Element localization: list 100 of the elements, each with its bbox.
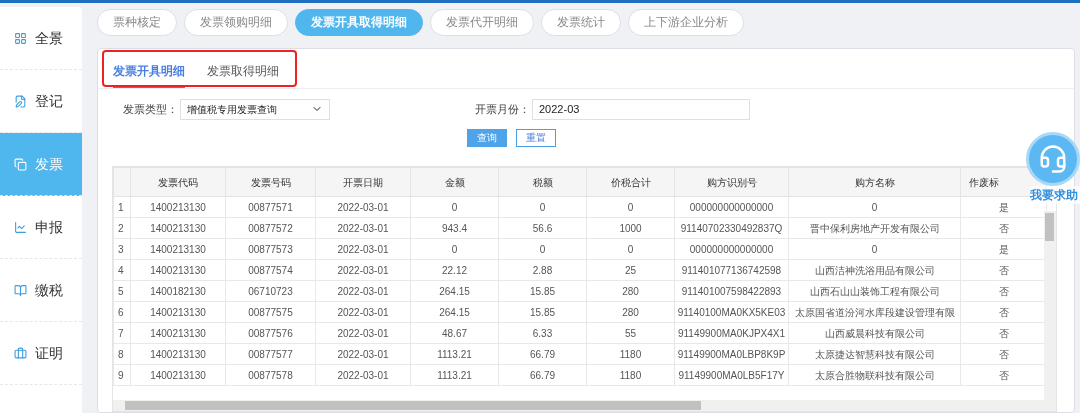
table-cell: 0	[498, 196, 587, 218]
column-header: 金额	[410, 167, 499, 197]
sub-tab[interactable]: 发票取得明细	[207, 56, 279, 88]
table-cell: 1180	[586, 364, 675, 386]
table-cell: 山西威晨科技有限公司	[788, 322, 961, 344]
column-header: 发票号码	[225, 167, 316, 197]
vertical-scrollbar[interactable]	[1044, 211, 1056, 400]
table-cell: 2022-03-01	[315, 196, 411, 218]
briefcase-icon	[14, 346, 27, 360]
table-cell: 91140100MA0KX5KE03	[674, 301, 789, 323]
table-cell: 1400213130	[130, 238, 226, 260]
table-cell: 000000000000000	[674, 238, 789, 260]
table-cell: 00877572	[225, 217, 316, 239]
table-cell: 00877576	[225, 322, 316, 344]
table-cell: 2022-03-01	[315, 259, 411, 281]
table-cell: 22.12	[410, 259, 499, 281]
table-cell: 1400213130	[130, 364, 226, 386]
table-cell: 1113.21	[410, 343, 499, 365]
table-cell: 00877571	[225, 196, 316, 218]
table-cell: 1400213130	[130, 259, 226, 281]
sidebar-item[interactable]: 发票	[0, 133, 82, 196]
field-label: 开票月份：	[474, 101, 530, 117]
table-cell: 55	[586, 322, 675, 344]
field-label: 发票类型：	[122, 101, 178, 117]
table-cell: 0	[586, 196, 675, 218]
table-cell: 2.88	[498, 259, 587, 281]
search-button[interactable]: 查询	[467, 129, 507, 147]
table-cell: 2022-03-01	[315, 322, 411, 344]
table-cell: 2022-03-01	[315, 301, 411, 323]
top-tab[interactable]: 发票代开明细	[430, 8, 534, 36]
table-cell: 太原合胜物联科技有限公司	[788, 364, 961, 386]
table-cell: 0	[788, 238, 961, 260]
sub-tab[interactable]: 发票开具明细	[113, 56, 185, 88]
table-cell: 66.79	[498, 364, 587, 386]
table-cell: 1400213130	[130, 322, 226, 344]
top-tab[interactable]: 发票开具取得明细	[295, 8, 423, 36]
book-icon	[14, 283, 27, 297]
table-cell: 15.85	[498, 301, 587, 323]
sidebar-item[interactable]: 申报	[0, 196, 82, 259]
top-tab[interactable]: 发票统计	[541, 8, 621, 36]
table-cell: 943.4	[410, 217, 499, 239]
table-cell: 00877575	[225, 301, 316, 323]
table-cell: 00877578	[225, 364, 316, 386]
table-cell: 2022-03-01	[315, 343, 411, 365]
table-cell: 山西洁神洗浴用品有限公司	[788, 259, 961, 281]
reset-button[interactable]: 重置	[516, 129, 556, 147]
table-cell: 0	[498, 238, 587, 260]
row-number: 6	[113, 301, 131, 323]
invoice-type-select[interactable]: 增值税专用发票查询	[180, 98, 330, 120]
column-header: 税额	[498, 167, 587, 197]
sidebar-item[interactable]: 缴税	[0, 259, 82, 322]
sidebar-item[interactable]: 证明	[0, 322, 82, 385]
row-number: 5	[113, 280, 131, 302]
table-cell: 91149900MA0LBP8K9P	[674, 343, 789, 365]
table-cell: 1113.21	[410, 364, 499, 386]
table-cell: 太原捷达智慧科技有限公司	[788, 343, 961, 365]
table-cell: 91140702330492837Q	[674, 217, 789, 239]
horizontal-scrollbar[interactable]	[113, 400, 1056, 411]
table-cell: 1400213130	[130, 343, 226, 365]
table-cell: 911401077136742598	[674, 259, 789, 281]
top-tab[interactable]: 票种核定	[97, 8, 177, 36]
row-number: 4	[113, 259, 131, 281]
table-cell: 6.33	[498, 322, 587, 344]
table-cell: 66.79	[498, 343, 587, 365]
table-cell: 280	[586, 301, 675, 323]
table-cell: 0	[788, 196, 961, 218]
table-cell: 1400213130	[130, 196, 226, 218]
column-header: 价税合计	[586, 167, 675, 197]
edit-icon	[14, 94, 27, 108]
table-cell: 264.15	[410, 301, 499, 323]
chart-icon	[14, 220, 27, 234]
table-cell: 山西石山山装饰工程有限公司	[788, 280, 961, 302]
table-cell: 56.6	[498, 217, 587, 239]
month-field[interactable]: 2022-03	[532, 98, 750, 120]
grid-icon	[14, 31, 27, 45]
table-cell: 25	[586, 259, 675, 281]
row-number: 2	[113, 217, 131, 239]
row-number: 8	[113, 343, 131, 365]
sidebar-item[interactable]: 全景	[0, 7, 82, 70]
table-cell: 2022-03-01	[315, 280, 411, 302]
row-number: 1	[113, 196, 131, 218]
table-cell: 1400213130	[130, 301, 226, 323]
table-cell: 00877574	[225, 259, 316, 281]
table-cell: 00877573	[225, 238, 316, 260]
table-cell: 000000000000000	[674, 196, 789, 218]
row-number: 7	[113, 322, 131, 344]
top-tab[interactable]: 上下游企业分析	[628, 8, 744, 36]
table-cell: 0	[586, 238, 675, 260]
column-header: 购方名称	[788, 167, 961, 197]
table-cell: 2022-03-01	[315, 364, 411, 386]
table-cell: 1400213130	[130, 217, 226, 239]
table-cell: 1180	[586, 343, 675, 365]
table-cell: 264.15	[410, 280, 499, 302]
table-cell: 15.85	[498, 280, 587, 302]
table-cell: 00877577	[225, 343, 316, 365]
table-cell: 1000	[586, 217, 675, 239]
row-number: 9	[113, 364, 131, 386]
table-cell: 2022-03-01	[315, 238, 411, 260]
table-cell: 911401007598422893	[674, 280, 789, 302]
top-tab[interactable]: 发票领购明细	[184, 8, 288, 36]
